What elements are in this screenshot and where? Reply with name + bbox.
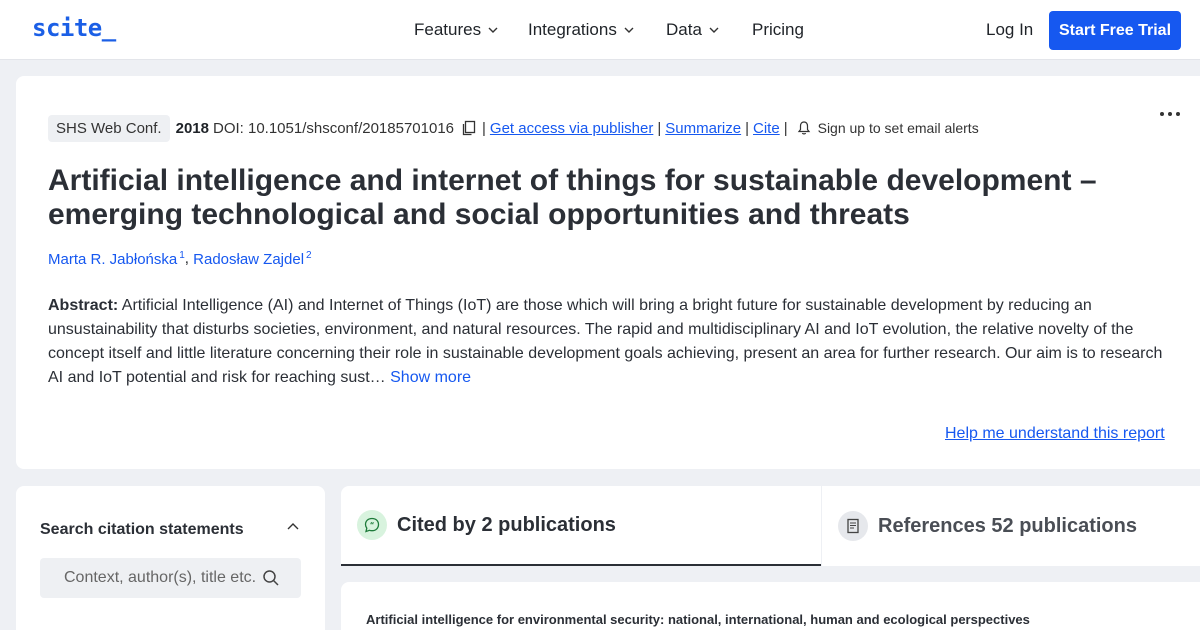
top-navbar: scite_ Features Integrations Data Pricin…	[0, 0, 1200, 60]
chevron-down-icon	[624, 27, 634, 33]
nav-features-label: Features	[414, 20, 482, 39]
search-input[interactable]	[64, 568, 264, 588]
chevron-down-icon	[488, 27, 498, 33]
author-name: Marta R. Jabłońska	[48, 251, 178, 268]
author-affiliation: 2	[306, 250, 312, 261]
more-dot	[1168, 112, 1172, 116]
chevron-up-icon[interactable]	[286, 520, 300, 534]
author-link[interactable]: Radosław Zajdel 2	[193, 250, 311, 268]
more-dot	[1176, 112, 1180, 116]
abstract-label: Abstract:	[48, 297, 119, 314]
nav-features[interactable]: Features	[414, 20, 499, 40]
cite-link[interactable]: Cite	[753, 120, 780, 137]
copy-icon[interactable]	[460, 119, 478, 137]
separator: |	[657, 119, 662, 137]
author-link[interactable]: Marta R. Jabłońska 1	[48, 250, 185, 268]
author-name: Radosław Zajdel	[193, 251, 305, 268]
separator: |	[482, 119, 486, 137]
nav-integrations-label: Integrations	[528, 20, 617, 39]
summarize-link[interactable]: Summarize	[665, 120, 741, 137]
tab-references[interactable]: References 52 publications	[822, 486, 1200, 566]
svg-text:“: “	[370, 521, 375, 529]
nav-data-label: Data	[666, 20, 702, 39]
abstract: Abstract: Artificial Intelligence (AI) a…	[48, 294, 1173, 390]
tab-cited-label: Cited by 2 publications	[397, 513, 616, 536]
page-title: Artificial intelligence and internet of …	[48, 164, 1097, 231]
start-free-trial-button[interactable]: Start Free Trial	[1049, 11, 1181, 50]
tab-cited-by[interactable]: “ Cited by 2 publications	[341, 486, 821, 566]
email-alerts-link[interactable]: Sign up to set email alerts	[818, 120, 979, 136]
show-more-link[interactable]: Show more	[390, 369, 471, 386]
chevron-down-icon	[709, 27, 719, 33]
tab-references-label: References 52 publications	[878, 514, 1137, 537]
quote-bubble-icon: “	[357, 510, 387, 540]
separator: |	[783, 119, 788, 137]
journal-badge[interactable]: SHS Web Conf.	[48, 114, 170, 142]
nav-pricing[interactable]: Pricing	[752, 20, 804, 40]
search-panel-title: Search citation statements	[40, 521, 244, 538]
more-options-icon[interactable]	[1154, 102, 1186, 126]
login-link[interactable]: Log In	[986, 20, 1033, 40]
doi-text: DOI: 10.1051/shsconf/20185701016	[212, 119, 455, 137]
search-icon[interactable]	[262, 569, 280, 587]
nav-data[interactable]: Data	[666, 20, 720, 40]
abstract-text: Artificial Intelligence (AI) and Interne…	[48, 297, 1163, 386]
nav-integrations[interactable]: Integrations	[528, 20, 635, 40]
scite-logo[interactable]: scite_	[32, 14, 116, 42]
citation-title[interactable]: Artificial intelligence for environmenta…	[366, 612, 1030, 627]
report-meta-row: SHS Web Conf. 2018 DOI: 10.1051/shsconf/…	[48, 113, 979, 143]
bell-icon[interactable]	[796, 120, 812, 136]
nav-pricing-label: Pricing	[752, 20, 804, 39]
separator: |	[745, 119, 750, 137]
get-access-link[interactable]: Get access via publisher	[490, 120, 653, 137]
help-understand-link[interactable]: Help me understand this report	[945, 425, 1165, 443]
more-dot	[1160, 112, 1164, 116]
author-list: Marta R. Jabłońska 1 , Radosław Zajdel 2	[48, 250, 312, 268]
document-icon	[838, 511, 868, 541]
publication-year: 2018	[175, 119, 209, 137]
author-separator: ,	[184, 250, 194, 267]
